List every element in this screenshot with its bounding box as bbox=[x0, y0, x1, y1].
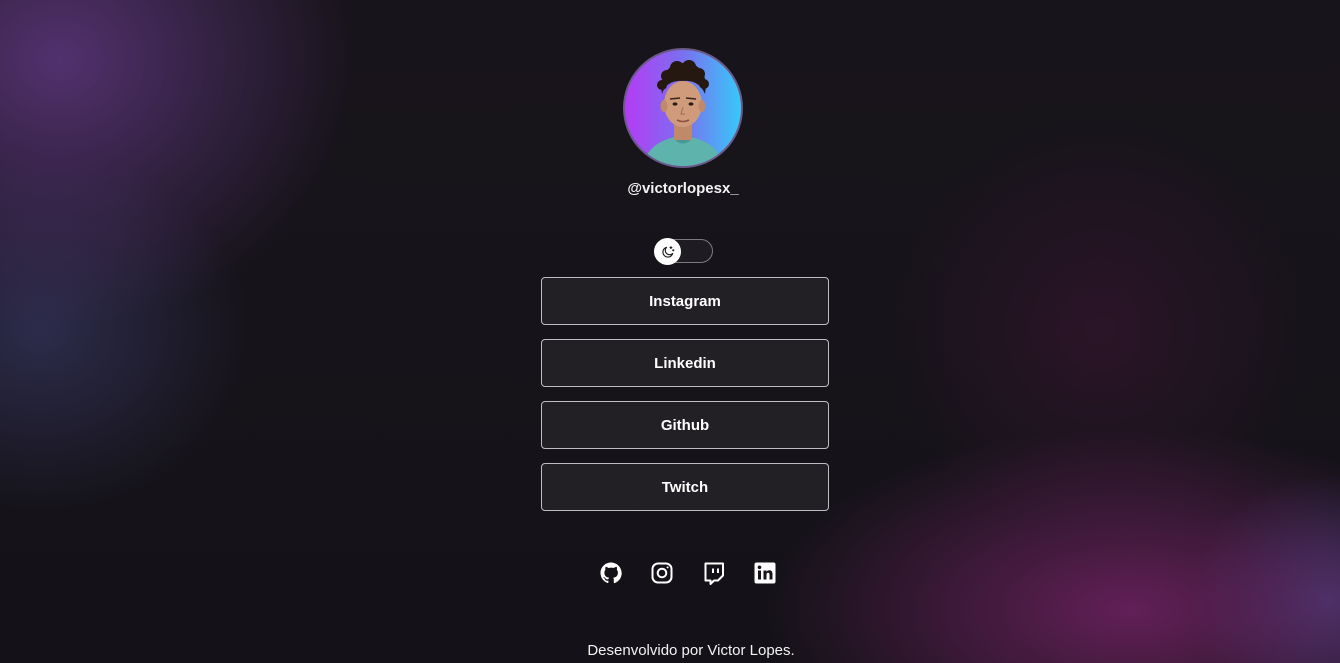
linkedin-link-button[interactable]: Linkedin bbox=[541, 339, 829, 387]
github-link-button[interactable]: Github bbox=[541, 401, 829, 449]
instagram-link-button[interactable]: Instagram bbox=[541, 277, 829, 325]
linkedin-icon[interactable] bbox=[753, 561, 777, 585]
profile-username: @victorlopesx_ bbox=[627, 180, 739, 197]
github-icon[interactable] bbox=[599, 561, 623, 585]
twitch-icon[interactable] bbox=[702, 561, 726, 585]
toggle-knob[interactable] bbox=[654, 238, 681, 265]
instagram-icon[interactable] bbox=[650, 561, 674, 585]
theme-toggle[interactable] bbox=[654, 238, 713, 265]
twitch-link-button[interactable]: Twitch bbox=[541, 463, 829, 511]
footer-credit: Desenvolvido por Victor Lopes. bbox=[587, 642, 795, 659]
profile-avatar bbox=[623, 48, 743, 168]
moon-icon bbox=[661, 245, 674, 258]
